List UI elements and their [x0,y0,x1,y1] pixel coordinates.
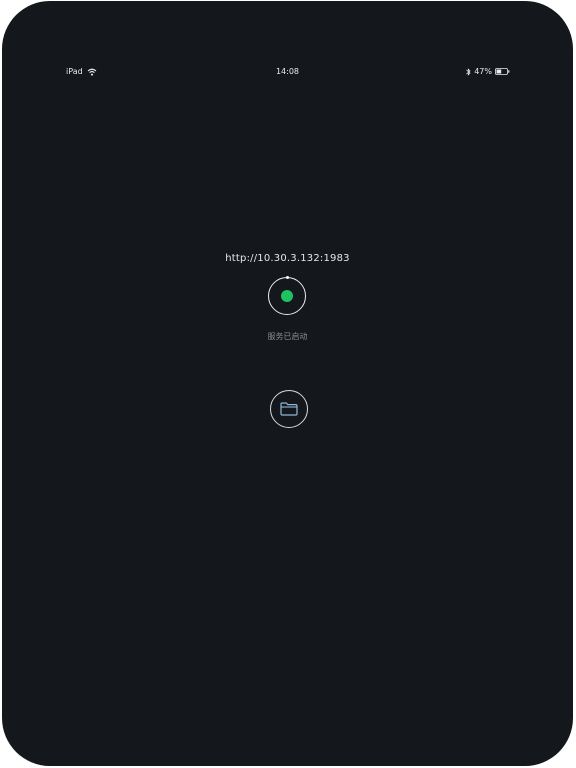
folder-icon [280,402,298,416]
server-toggle-button[interactable] [268,276,306,315]
indicator-tick [285,276,289,279]
open-folder-button[interactable] [270,390,308,428]
app-window: iPad 14:08 47% http://10.30.3.132:1983 服… [2,1,573,766]
bluetooth-icon [466,67,471,76]
status-bar: iPad 14:08 47% [2,64,573,78]
power-status-icon [281,290,293,302]
battery-icon [495,68,510,75]
server-url: http://10.30.3.132:1983 [225,253,350,264]
status-right: 47% [466,67,510,76]
server-status-label: 服务已启动 [267,332,308,341]
battery-percent: 47% [474,67,492,76]
